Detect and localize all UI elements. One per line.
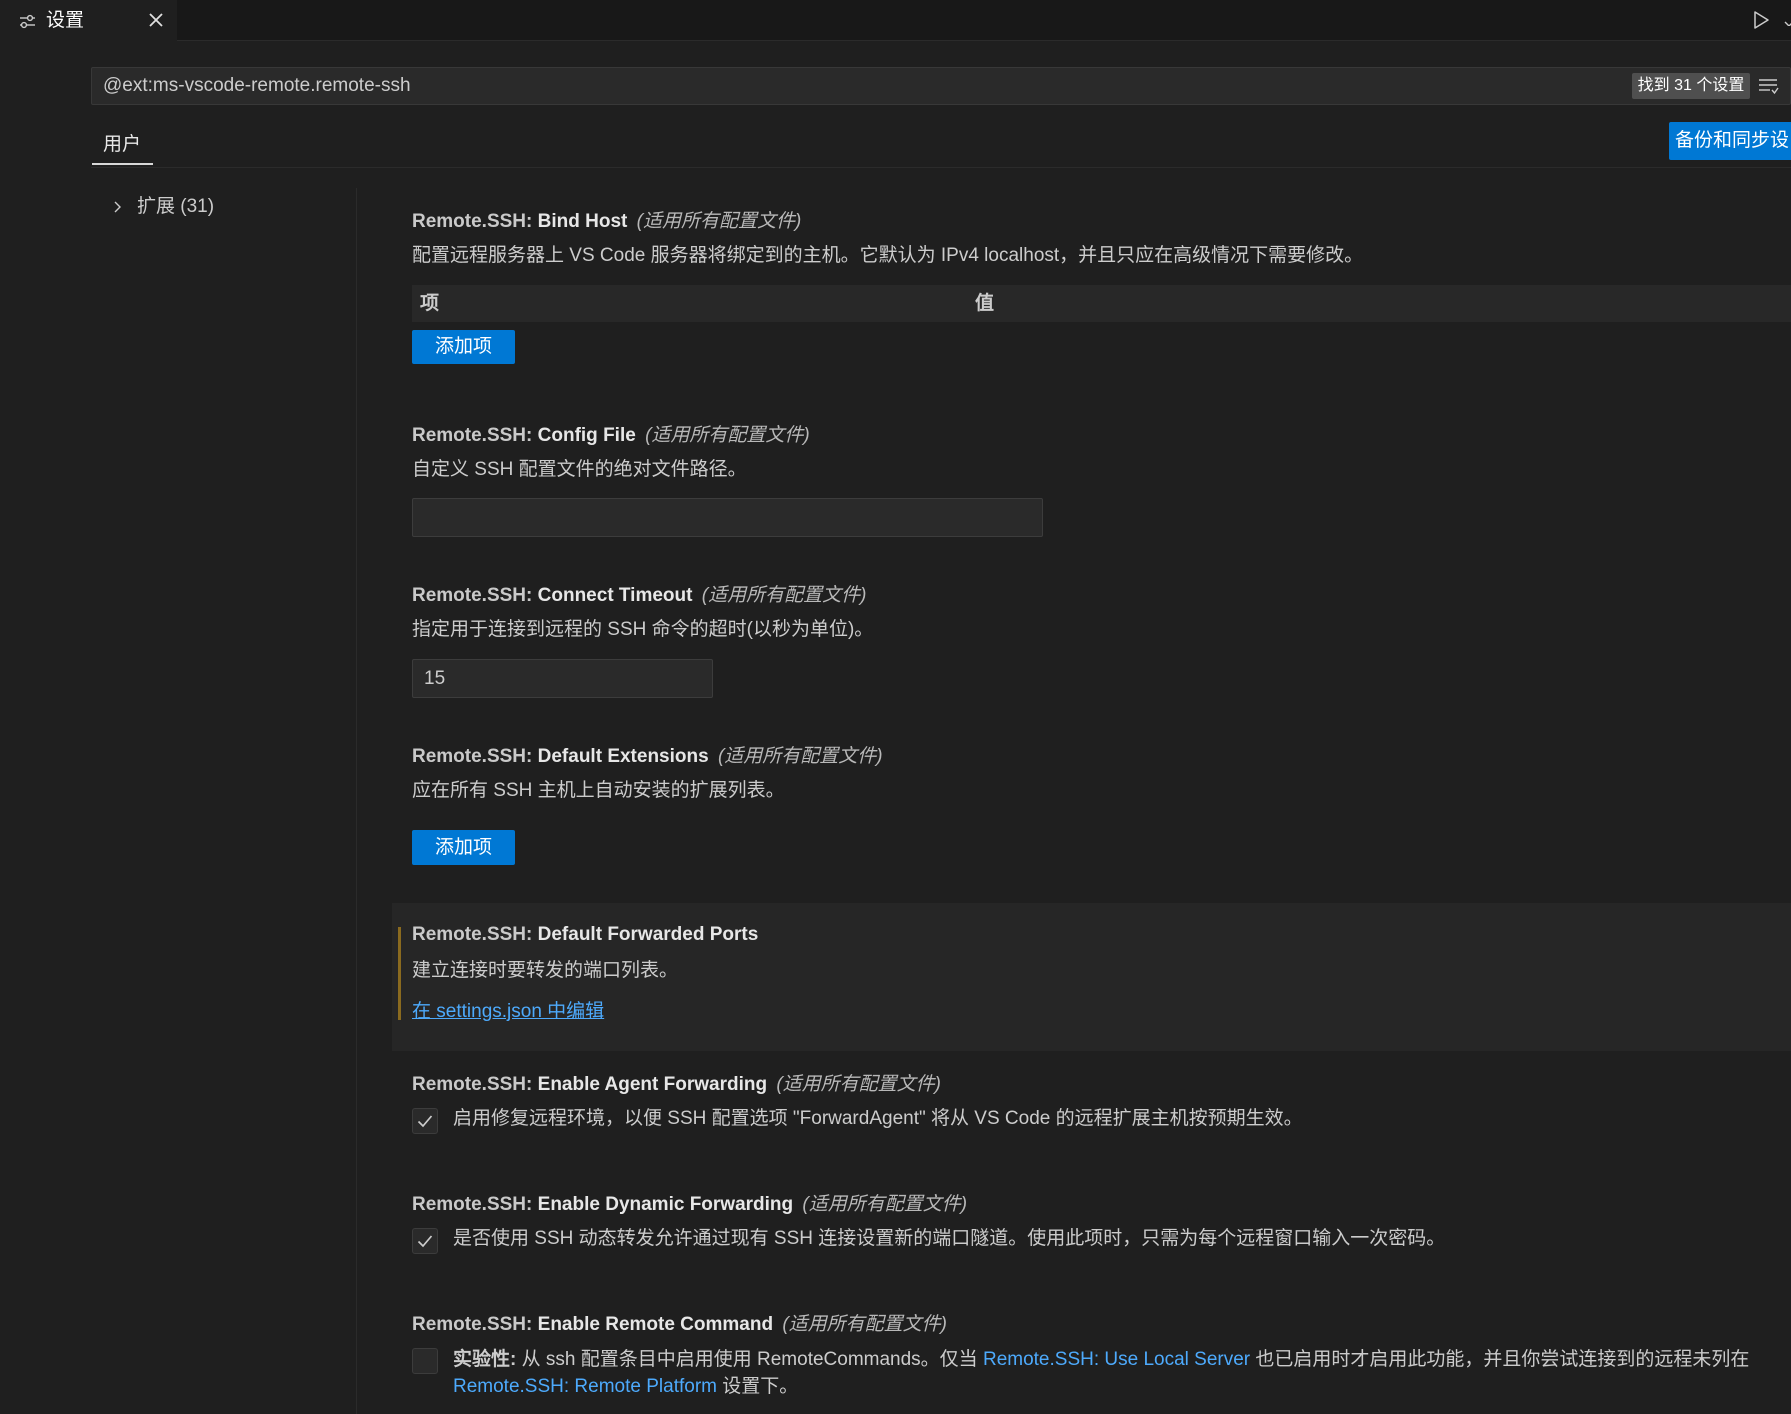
agent-forwarding-checkbox[interactable]	[412, 1108, 438, 1134]
setting-title-connect-timeout: Remote.SSH: Connect Timeout (适用所有配置文件)	[412, 583, 866, 609]
setting-category: Remote.SSH:	[412, 924, 533, 945]
remote-command-checkbox[interactable]	[412, 1348, 438, 1374]
setting-title-default-forwarded-ports: Remote.SSH: Default Forwarded Ports	[412, 922, 758, 948]
setting-label: Default Extensions	[537, 746, 709, 767]
setting-label: Enable Dynamic Forwarding	[537, 1194, 794, 1215]
checkmark-icon	[417, 1115, 433, 1128]
setting-scope: (适用所有配置文件)	[782, 1314, 948, 1335]
tab-label: 设置	[46, 10, 85, 31]
toc-item-extensions[interactable]: 扩展 (31)	[112, 194, 312, 220]
setting-category: Remote.SSH:	[412, 425, 533, 446]
setting-label: Default Forwarded Ports	[537, 924, 759, 945]
toc-label: 扩展 (31)	[137, 196, 215, 217]
setting-description: 自定义 SSH 配置文件的绝对文件路径。	[412, 459, 747, 480]
setting-description: 实验性: 从 ssh 配置条目中启用使用 RemoteCommands。仅当 R…	[453, 1346, 1783, 1400]
description-text: 设置下。	[716, 1376, 799, 1397]
setting-category: Remote.SSH:	[412, 1194, 533, 1215]
column-header-value: 值	[975, 293, 995, 314]
active-tab-indicator	[92, 163, 153, 165]
setting-scope: (适用所有配置文件)	[636, 211, 802, 232]
setting-category: Remote.SSH:	[412, 1314, 533, 1335]
run-icon[interactable]	[1752, 10, 1770, 30]
use-local-server-link[interactable]: Remote.SSH: Use Local Server	[983, 1349, 1250, 1370]
setting-description: 指定用于连接到远程的 SSH 命令的超时(以秒为单位)。	[412, 619, 874, 640]
column-header-item: 项	[420, 293, 440, 314]
settings-sliders-icon	[19, 13, 36, 29]
backup-sync-button[interactable]: 备份和同步设	[1669, 122, 1791, 160]
tab-settings[interactable]: 设置	[0, 0, 177, 41]
setting-scope: (适用所有配置文件)	[717, 746, 883, 767]
setting-description: 应在所有 SSH 主机上自动安装的扩展列表。	[412, 780, 785, 801]
setting-label: Connect Timeout	[537, 585, 693, 606]
setting-title-bind-host: Remote.SSH: Bind Host (适用所有配置文件)	[412, 209, 801, 235]
setting-title-config-file: Remote.SSH: Config File (适用所有配置文件)	[412, 423, 810, 449]
close-icon[interactable]	[148, 12, 164, 28]
search-query: @ext:ms-vscode-remote.remote-ssh	[103, 75, 411, 96]
remote-platform-link[interactable]: Remote.SSH: Remote Platform	[453, 1376, 717, 1397]
add-item-button[interactable]: 添加项	[412, 830, 515, 865]
dynamic-forwarding-checkbox[interactable]	[412, 1228, 438, 1254]
edit-in-settings-json-link[interactable]: 在 settings.json 中编辑	[412, 999, 604, 1025]
setting-description: 启用修复远程环境，以便 SSH 配置选项 "ForwardAgent" 将从 V…	[453, 1108, 1303, 1129]
setting-category: Remote.SSH:	[412, 211, 533, 232]
config-file-input[interactable]	[412, 498, 1043, 537]
setting-scope: (适用所有配置文件)	[701, 585, 867, 606]
setting-category: Remote.SSH:	[412, 585, 533, 606]
header-divider	[91, 167, 1791, 168]
add-item-button[interactable]: 添加项	[412, 330, 515, 364]
setting-title-enable-dynamic-forwarding: Remote.SSH: Enable Dynamic Forwarding (适…	[412, 1192, 967, 1218]
setting-title-enable-agent-forwarding: Remote.SSH: Enable Agent Forwarding (适用所…	[412, 1072, 941, 1098]
setting-scope: (适用所有配置文件)	[645, 425, 810, 446]
setting-label: Enable Agent Forwarding	[537, 1074, 768, 1095]
setting-title-default-extensions: Remote.SSH: Default Extensions (适用所有配置文件…	[412, 744, 883, 770]
tab-user-settings[interactable]: 用户	[103, 132, 141, 158]
setting-scope: (适用所有配置文件)	[802, 1194, 968, 1215]
chevron-down-icon[interactable]	[1783, 14, 1791, 26]
description-text: 从 ssh 配置条目中启用使用 RemoteCommands。仅当	[516, 1349, 983, 1370]
setting-title-enable-remote-command: Remote.SSH: Enable Remote Command (适用所有配…	[412, 1312, 947, 1338]
setting-description: 是否使用 SSH 动态转发允许通过现有 SSH 连接设置新的端口隧道。使用此项时…	[453, 1228, 1446, 1249]
setting-label: Bind Host	[537, 211, 628, 232]
setting-label: Enable Remote Command	[537, 1314, 774, 1335]
modified-indicator	[398, 927, 401, 1020]
setting-label: Config File	[537, 425, 636, 446]
setting-description: 配置远程服务器上 VS Code 服务器将绑定到的主机。它默认为 IPv4 lo…	[412, 245, 1364, 266]
description-text: 也已启用时才启用此功能，并且你尝试连接到的远程未列在	[1250, 1349, 1750, 1370]
settings-search-input[interactable]: @ext:ms-vscode-remote.remote-ssh 找到 31 个…	[91, 67, 1791, 105]
editor-tab-bar: 设置	[0, 0, 1791, 41]
setting-scope: (适用所有配置文件)	[776, 1074, 941, 1095]
toc-sash[interactable]	[356, 188, 357, 1414]
setting-category: Remote.SSH:	[412, 1074, 533, 1095]
setting-description: 建立连接时要转发的端口列表。	[412, 960, 679, 981]
list-table-header: 项 值	[412, 285, 1791, 322]
filter-icon[interactable]	[1757, 76, 1779, 96]
connect-timeout-input[interactable]: 15	[412, 659, 713, 698]
result-count-badge: 找到 31 个设置	[1632, 73, 1750, 99]
experimental-label: 实验性:	[453, 1349, 517, 1370]
setting-category: Remote.SSH:	[412, 746, 533, 767]
checkmark-icon	[417, 1235, 433, 1248]
chevron-right-icon	[112, 199, 124, 215]
